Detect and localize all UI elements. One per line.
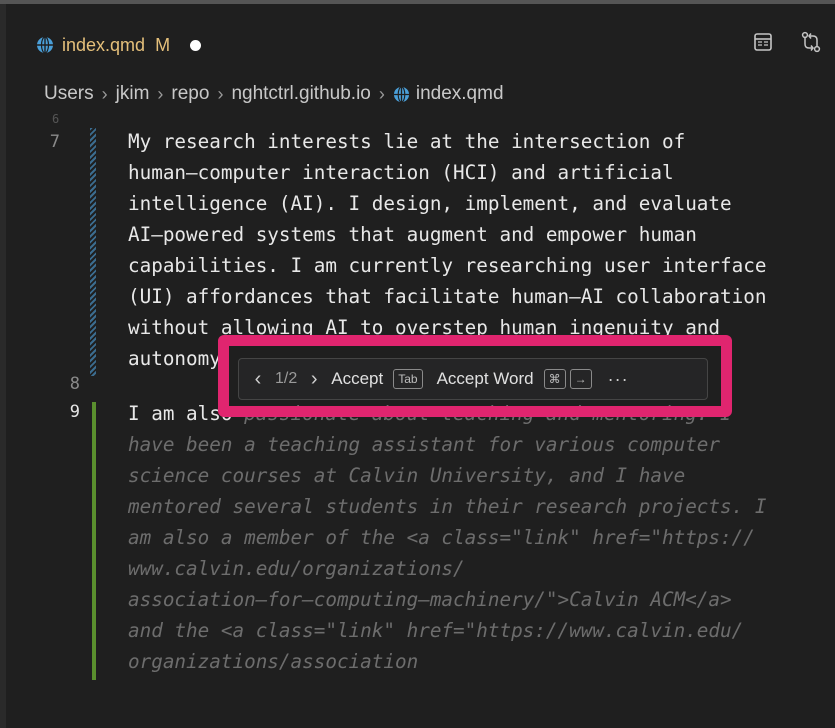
editor-window: index.qmd M Users › jkim › repo › nghtct… xyxy=(0,0,835,728)
ghost-suggestion-line: association–for–computing–machinery/">Ca… xyxy=(128,588,732,611)
previous-suggestion-button[interactable]: ‹ xyxy=(251,368,265,391)
breadcrumb: Users › jkim › repo › nghtctrl.github.io… xyxy=(44,80,504,108)
chevron-right-icon: › xyxy=(378,83,385,104)
code-editor[interactable]: 6 7 My research interests lie at the int… xyxy=(6,112,835,728)
added-line-indicator xyxy=(92,402,96,680)
line-number-8: 8 xyxy=(69,374,80,394)
source-control-compare-icon[interactable] xyxy=(799,30,823,54)
code-line: intelligence (AI). I design, implement, … xyxy=(128,192,732,215)
suggestion-counter: 1/2 xyxy=(275,370,298,387)
ghost-suggestion-line: organizations/association xyxy=(128,650,419,673)
code-line: My research interests lie at the interse… xyxy=(128,130,686,153)
arrow-right-key-icon: → xyxy=(569,369,592,389)
tab-keybinding: Tab xyxy=(393,369,423,389)
ghost-suggestion-line: www.calvin.edu/organizations/ xyxy=(128,557,465,580)
line-number-7: 7 xyxy=(49,132,60,152)
breadcrumb-item-jkim[interactable]: jkim xyxy=(116,83,150,105)
breadcrumb-item-users[interactable]: Users xyxy=(44,83,94,105)
ghost-suggestion-line: am also a member of the <a class="link" … xyxy=(128,526,755,549)
ghost-suggestion-line: and the <a class="link" href="https://ww… xyxy=(128,619,744,642)
code-line: autonomy. xyxy=(128,347,233,370)
ghost-suggestion-line: science courses at Calvin University, an… xyxy=(128,464,686,487)
accept-word-button[interactable]: Accept Word xyxy=(437,369,534,389)
unsaved-dot-icon[interactable] xyxy=(190,39,202,51)
globe-icon xyxy=(37,36,53,54)
code-line: (UI) affordances that facilitate human–A… xyxy=(128,285,767,308)
chevron-right-icon: › xyxy=(101,83,108,104)
modified-line-indicator xyxy=(90,128,96,376)
command-key-icon: ⌘ xyxy=(543,369,566,389)
tab-actions xyxy=(751,30,823,54)
breadcrumb-item-site[interactable]: nghtctrl.github.io xyxy=(231,83,370,105)
preview-icon[interactable] xyxy=(751,30,775,54)
tab-index-qmd[interactable]: index.qmd M xyxy=(36,30,202,60)
tab-bar: index.qmd M xyxy=(6,4,835,68)
modified-flag: M xyxy=(155,34,171,55)
ghost-suggestion-line: have been a teaching assistant for vario… xyxy=(128,433,721,456)
code-line: capabilities. I am currently researching… xyxy=(128,254,767,277)
chevron-right-icon: › xyxy=(157,83,164,104)
breadcrumb-item-file[interactable]: index.qmd xyxy=(416,83,504,105)
code-line: AI–powered systems that augment and empo… xyxy=(128,223,697,246)
tab-filename: index.qmd xyxy=(62,34,146,55)
inline-suggestion-toolbar: ‹ 1/2 › Accept Tab Accept Word ⌘ → ··· xyxy=(238,358,708,400)
line-number-faded: 6 xyxy=(52,112,60,126)
next-suggestion-button[interactable]: › xyxy=(307,368,321,391)
ghost-suggestion-line: mentored several students in their resea… xyxy=(128,495,767,518)
accept-button[interactable]: Accept xyxy=(331,369,383,389)
globe-icon xyxy=(393,85,409,103)
breadcrumb-item-repo[interactable]: repo xyxy=(171,83,209,105)
more-actions-icon[interactable]: ··· xyxy=(608,369,629,390)
line-number-9: 9 xyxy=(69,402,80,422)
chevron-right-icon: › xyxy=(217,83,224,104)
code-line: human–computer interaction (HCI) and art… xyxy=(128,161,674,184)
